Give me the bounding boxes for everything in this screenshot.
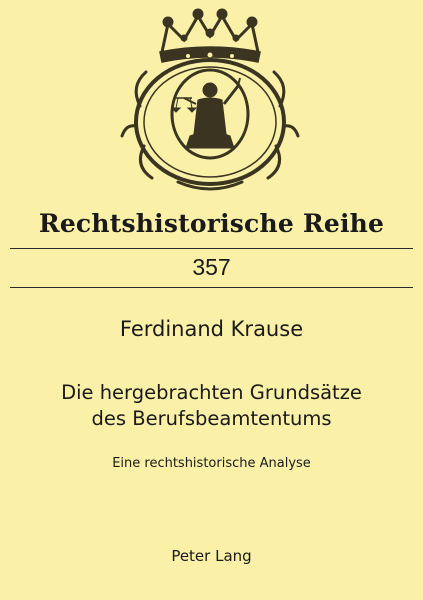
volume-number: 357 [192, 254, 231, 280]
crown-icon [159, 8, 261, 63]
book-title: Die hergebrachten Grundsätze des Berufsb… [0, 380, 423, 432]
justitia-figure-icon [170, 77, 241, 149]
divider-top [10, 248, 413, 249]
author-name: Ferdinand Krause [119, 317, 304, 341]
series-title: Rechtshistorische Reihe [38, 209, 385, 238]
book-cover: Rechtshistorische Reihe 357 Ferdinand Kr… [0, 0, 423, 600]
book-subtitle: Eine rechtshistorische Analyse [112, 456, 311, 471]
book-title-line-2: des Berufsbeamtentums [91, 407, 332, 430]
divider-bottom [10, 287, 413, 288]
publisher-name: Peter Lang [171, 547, 252, 565]
book-title-line-1: Die hergebrachten Grundsätze [61, 381, 362, 404]
crowned-justitia-seal-icon [120, 8, 300, 191]
